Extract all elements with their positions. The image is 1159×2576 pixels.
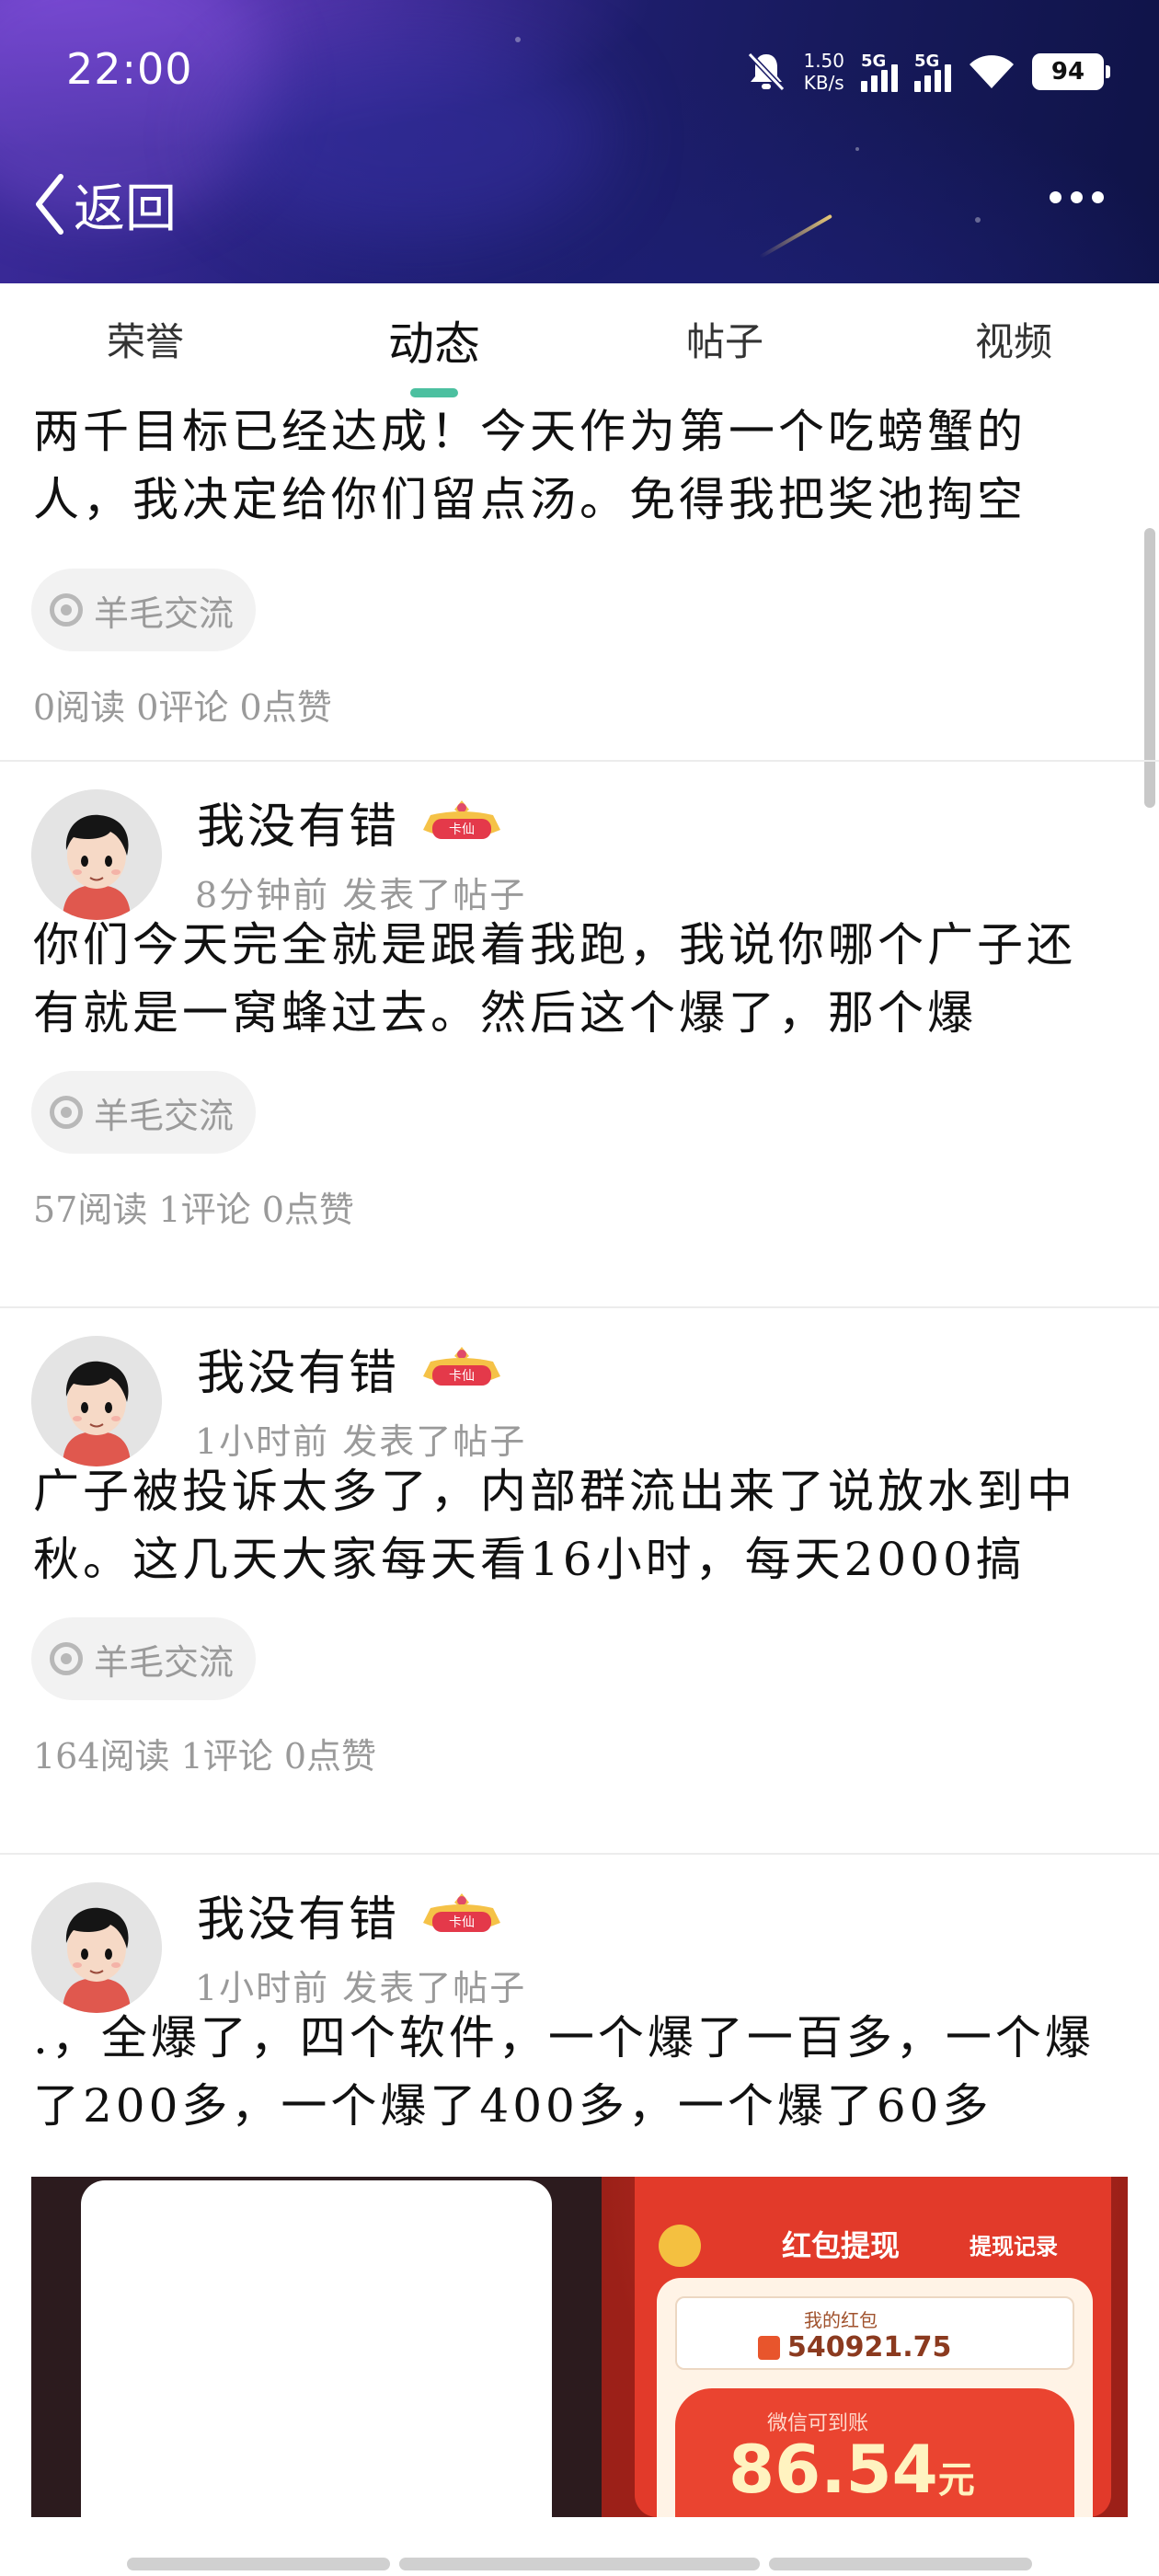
topic-tag-label: 羊毛交流 (94, 592, 235, 634)
post-text-line: 了200多，一个爆了400多，一个爆了60多 (33, 2079, 993, 2133)
my-redpacket-label: 我的红包 (804, 2309, 878, 2331)
post-stats: 0阅读 0评论 0点赞 (33, 687, 332, 728)
post-meta: 1小时前 发表了帖子 (195, 1421, 527, 1462)
header-streak (759, 213, 832, 259)
post-text-line: 广子被投诉太多了，内部群流出来了说放水到中 (33, 1465, 1076, 1518)
header-star (855, 147, 859, 151)
profile-tabs: 荣誉 动态 帖子 视频 (0, 283, 1159, 397)
topic-tag-label: 羊毛交流 (94, 1641, 235, 1683)
header-star (975, 217, 981, 223)
post-text-line: 秋。这几天大家每天看16小时，每天2000搞 (33, 1533, 1026, 1586)
topic-tag[interactable]: 羊毛交流 (31, 569, 257, 651)
post-text: 你们今天完全就是跟着我跑，我说你哪个广子还 有就是一窝蜂过去。然后这个爆了，那个… (0, 911, 1159, 1047)
topic-icon (50, 1096, 83, 1129)
username[interactable]: 我没有错 (197, 1880, 399, 1949)
chevron-left-icon (36, 174, 63, 235)
avatar-image (31, 1882, 162, 2013)
avatar[interactable] (31, 1882, 162, 2013)
tab-activity[interactable]: 动态 (388, 307, 480, 374)
feed-post[interactable]: 两千目标已经达成！今天作为第一个吃螃蟹的 人，我决定给你们留点汤。免得我把奖池掏… (0, 397, 1159, 762)
status-bar: 22:00 1.50 KB/s 5G 5G 94 (0, 0, 1159, 138)
withdraw-records-link: 提现记录 (970, 2234, 1058, 2260)
topic-icon (50, 1642, 83, 1675)
battery-indicator: 94 (1032, 53, 1110, 90)
post-text: 两千目标已经达成！今天作为第一个吃螃蟹的 人，我决定给你们留点汤。免得我把奖池掏… (0, 397, 1159, 534)
kaxian-badge: 卡仙 (423, 1893, 500, 1932)
post-text-line: 你们今天完全就是跟着我跑，我说你哪个广子还 (33, 918, 1076, 972)
avatar-image (31, 789, 162, 920)
signal-2-icon: 5G (914, 52, 951, 92)
status-time: 22:00 (66, 44, 193, 94)
topic-tag[interactable]: 羊毛交流 (31, 1617, 257, 1700)
post-text-line: 两千目标已经达成！今天作为第一个吃螃蟹的 (33, 405, 1027, 458)
signal-2-label: 5G (914, 52, 940, 71)
net-speed-unit: KB/s (803, 72, 844, 94)
my-redpacket-amount: 540921.75 (758, 2331, 951, 2363)
post-meta: 1小时前 发表了帖子 (195, 1968, 527, 2008)
post-text: 广子被投诉太多了，内部群流出来了说放水到中 秋。这几天大家每天看16小时，每天2… (0, 1457, 1159, 1593)
post-text: .，全爆了，四个软件，一个爆了一百多，一个爆 了200多，一个爆了400多，一个… (0, 2004, 1159, 2140)
topic-icon (50, 593, 83, 627)
more-dot (1092, 191, 1104, 203)
tab-honor[interactable]: 荣誉 (107, 311, 184, 367)
gesture-bar[interactable] (769, 2558, 1032, 2570)
redpacket-icon (758, 2335, 780, 2360)
net-speed-value: 1.50 (803, 50, 844, 72)
signal-1-icon: 5G (861, 52, 898, 92)
withdraw-title: 红包提现 (782, 2228, 901, 2263)
wifi-icon (970, 55, 1014, 88)
my-redpacket-value: 540921.75 (787, 2331, 952, 2363)
tab-videos[interactable]: 视频 (975, 311, 1052, 367)
feed-post[interactable]: 我没有错 卡仙 1小时前 发表了帖子 广子被投诉太多了，内部群流出来了说放水到中… (0, 1308, 1159, 1855)
post-text-line: 人，我决定给你们留点汤。免得我把奖池掏空 (33, 473, 1027, 526)
post-image[interactable]: 红包提现 提现记录 我的红包 540921.75 微信可到账 86.54元 (31, 2177, 1128, 2517)
tab-indicator (410, 388, 458, 397)
back-button[interactable]: 返回 (31, 167, 177, 241)
tab-posts[interactable]: 帖子 (686, 311, 763, 367)
topic-tag-label: 羊毛交流 (94, 1095, 235, 1136)
badge-label: 卡仙 (449, 1915, 475, 1930)
badge-label: 卡仙 (449, 822, 475, 837)
topic-tag[interactable]: 羊毛交流 (31, 1071, 257, 1154)
bell-off-icon (748, 52, 786, 92)
avatar[interactable] (31, 1336, 162, 1466)
gesture-bar[interactable] (399, 2558, 760, 2570)
post-meta: 8分钟前 发表了帖子 (195, 875, 527, 915)
signal-1-label: 5G (861, 52, 887, 71)
post-text-line: .，全爆了，四个软件，一个爆了一百多，一个爆 (33, 2011, 1095, 2064)
kaxian-badge: 卡仙 (423, 800, 500, 839)
net-speed: 1.50 KB/s (803, 50, 844, 94)
more-menu-button[interactable] (1050, 191, 1104, 203)
back-label: 返回 (74, 178, 177, 239)
feed-post[interactable]: 我没有错 卡仙 8分钟前 发表了帖子 你们今天完全就是跟着我跑，我说你哪个广子还… (0, 762, 1159, 1308)
post-stats: 164阅读 1评论 0点赞 (33, 1736, 377, 1777)
gesture-bar[interactable] (127, 2558, 390, 2570)
more-dot (1050, 191, 1061, 203)
username[interactable]: 我没有错 (197, 1334, 399, 1403)
back-arrow-icon (659, 2225, 701, 2267)
kaxian-badge: 卡仙 (423, 1347, 500, 1386)
withdraw-amount: 86.54元 (729, 2431, 975, 2508)
avatar[interactable] (31, 789, 162, 920)
post-author[interactable]: 我没有错 卡仙 1小时前 发表了帖子 (0, 1308, 1159, 1466)
post-author[interactable]: 我没有错 卡仙 8分钟前 发表了帖子 (0, 762, 1159, 920)
post-text-line: 有就是一窝蜂过去。然后这个爆了，那个爆 (33, 986, 977, 1040)
image-left-card (81, 2180, 552, 2517)
avatar-image (31, 1336, 162, 1466)
header: 22:00 1.50 KB/s 5G 5G 94 返回 (0, 0, 1159, 283)
withdraw-unit: 元 (937, 2459, 975, 2501)
badge-label: 卡仙 (449, 1369, 475, 1384)
withdraw-value: 86.54 (729, 2431, 938, 2508)
post-stats: 57阅读 1评论 0点赞 (33, 1190, 354, 1230)
more-dot (1071, 191, 1083, 203)
username[interactable]: 我没有错 (197, 788, 399, 857)
post-author[interactable]: 我没有错 卡仙 1小时前 发表了帖子 (0, 1855, 1159, 2013)
status-icons: 1.50 KB/s 5G 5G 94 (746, 46, 1110, 98)
